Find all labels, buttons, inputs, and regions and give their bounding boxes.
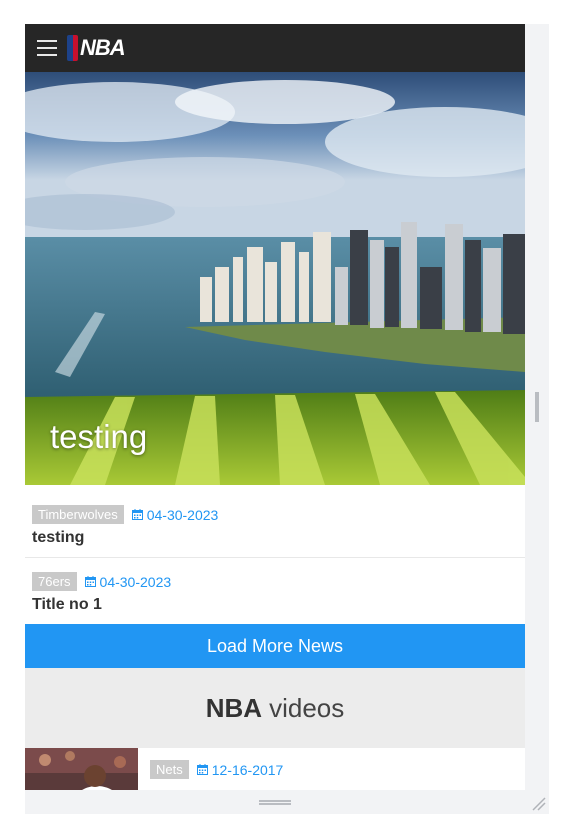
calendar-icon <box>131 509 143 520</box>
news-meta: Timberwolves 04-30-2023 <box>32 505 218 524</box>
news-date-text: 04-30-2023 <box>146 506 219 523</box>
nba-logo[interactable]: NBA <box>67 35 126 61</box>
video-date: 12-16-2017 <box>196 761 284 778</box>
news-title[interactable]: testing <box>32 529 84 547</box>
news-item[interactable]: Timberwolves 04-30-2023 testing <box>25 491 525 558</box>
team-tag[interactable]: Nets <box>150 760 189 779</box>
page-viewport[interactable]: NBA testing Timberwolves 04-30-2023 test… <box>25 24 525 790</box>
hero-banner[interactable]: testing <box>25 72 525 485</box>
calendar-icon <box>84 576 96 587</box>
video-item[interactable]: Nets 12-16-2017 <box>25 748 525 790</box>
side-resize-rail[interactable] <box>525 24 549 790</box>
team-tag[interactable]: Timberwolves <box>32 505 124 524</box>
news-meta: 76ers 04-30-2023 <box>32 572 171 591</box>
video-thumbnail-image <box>25 748 138 790</box>
hamburger-menu-icon[interactable] <box>37 40 57 56</box>
nba-logo-icon <box>67 35 78 61</box>
news-date-text: 04-30-2023 <box>99 573 172 590</box>
top-navbar: NBA <box>25 24 525 72</box>
bottom-resize-bar[interactable] <box>25 790 549 814</box>
news-date: 04-30-2023 <box>131 506 219 523</box>
load-more-news-button[interactable]: Load More News <box>25 624 525 668</box>
videos-heading-light: videos <box>269 692 345 723</box>
news-title[interactable]: Title no 1 <box>32 596 102 614</box>
bottom-drag-handle[interactable] <box>259 800 291 805</box>
calendar-icon <box>196 764 208 775</box>
video-meta: Nets 12-16-2017 <box>150 760 283 779</box>
news-item[interactable]: 76ers 04-30-2023 Title no 1 <box>25 558 525 625</box>
resize-grip-icon[interactable] <box>529 794 547 812</box>
team-tag[interactable]: 76ers <box>32 572 77 591</box>
videos-section-heading: NBA videos <box>25 668 525 748</box>
news-date: 04-30-2023 <box>84 573 172 590</box>
video-date-text: 12-16-2017 <box>211 761 284 778</box>
video-thumbnail[interactable] <box>25 748 138 790</box>
hero-title: testing <box>50 418 148 455</box>
logo-text: NBA <box>80 35 126 60</box>
app-frame: NBA testing Timberwolves 04-30-2023 test… <box>25 24 549 790</box>
side-drag-handle[interactable] <box>535 392 539 422</box>
videos-heading-bold: NBA <box>205 692 263 723</box>
